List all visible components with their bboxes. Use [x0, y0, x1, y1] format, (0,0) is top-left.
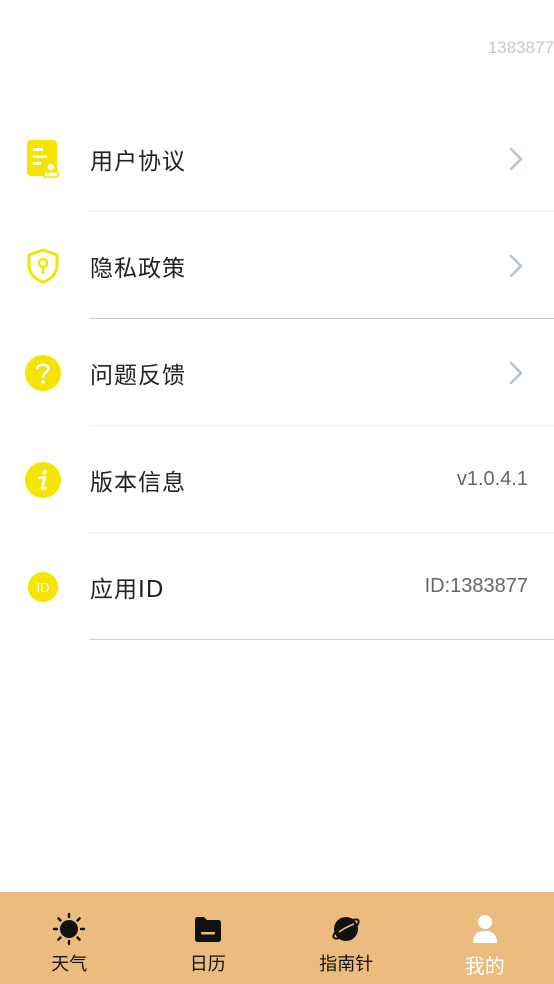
- info-circle-icon: [24, 461, 62, 499]
- settings-menu: 用户协议 隐私政策 问题反馈 版本信息 v1.0.4.1 ID 应用ID ID:…: [0, 105, 554, 640]
- tab-label: 我的: [464, 954, 505, 978]
- tab-label: 天气: [51, 954, 88, 975]
- question-circle-icon: [24, 354, 62, 392]
- top-user-id: 1383877: [487, 38, 554, 57]
- id-badge-icon: ID: [24, 568, 62, 606]
- tab-label: 指南针: [319, 954, 374, 975]
- app-id-value: ID:1383877: [424, 575, 528, 597]
- document-user-icon: [24, 139, 62, 178]
- tab-mine[interactable]: 我的: [416, 892, 554, 984]
- menu-item-label: 版本信息: [90, 469, 186, 496]
- tab-compass[interactable]: 指南针: [277, 892, 416, 984]
- version-value: v1.0.4.1: [456, 468, 528, 490]
- chevron-right-icon: [506, 147, 526, 171]
- tab-label: 日历: [189, 954, 226, 975]
- menu-item-feedback[interactable]: 问题反馈: [0, 319, 554, 426]
- calendar-folder-icon: [191, 912, 225, 946]
- person-icon: [468, 912, 502, 946]
- chevron-right-icon: [506, 254, 526, 278]
- divider: [89, 639, 554, 640]
- menu-item-privacy-policy[interactable]: 隐私政策: [0, 212, 554, 319]
- menu-item-app-id[interactable]: ID 应用ID ID:1383877: [0, 533, 554, 640]
- menu-item-version-info[interactable]: 版本信息 v1.0.4.1: [0, 426, 554, 533]
- menu-item-label: 用户协议: [90, 148, 186, 175]
- menu-item-user-agreement[interactable]: 用户协议: [0, 105, 554, 212]
- sun-icon: [52, 912, 86, 946]
- menu-item-label: 应用ID: [90, 576, 165, 603]
- planet-icon: [329, 912, 363, 946]
- shield-lock-icon: [24, 247, 62, 285]
- svg-text:ID: ID: [37, 580, 50, 595]
- tab-weather[interactable]: 天气: [0, 892, 139, 984]
- menu-item-label: 隐私政策: [90, 255, 186, 282]
- bottom-tab-bar: 天气 日历 指南针 我的: [0, 892, 554, 984]
- tab-calendar[interactable]: 日历: [139, 892, 278, 984]
- chevron-right-icon: [506, 361, 526, 385]
- menu-item-label: 问题反馈: [90, 362, 186, 389]
